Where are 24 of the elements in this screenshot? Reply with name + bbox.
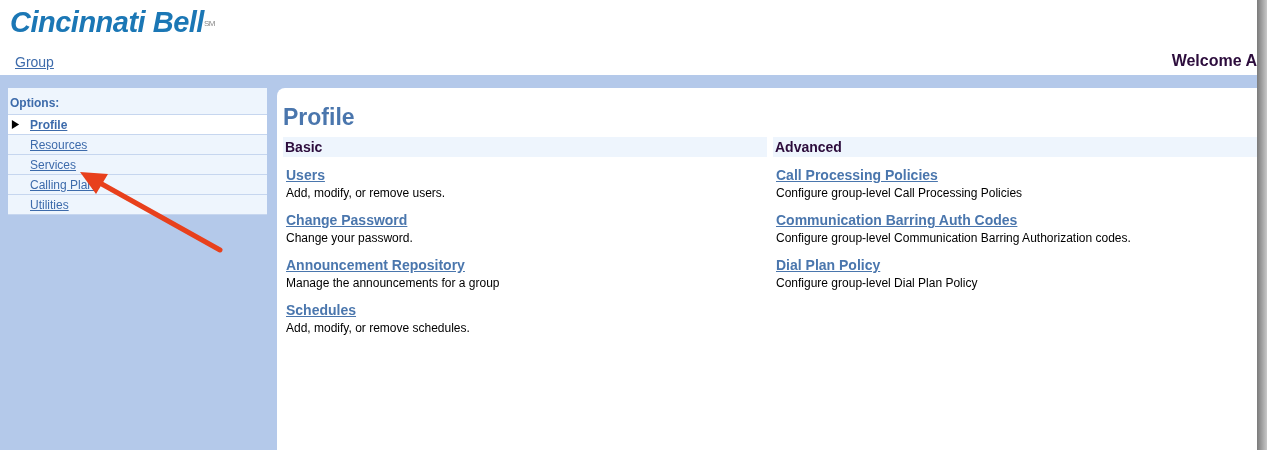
option-description: Add, modify, or remove schedules. [286, 321, 471, 335]
option-link[interactable]: Communication Barring Auth Codes [776, 212, 1018, 228]
welcome-text: Welcome A [1171, 52, 1257, 70]
option-link[interactable]: Schedules [286, 302, 357, 318]
option-link[interactable]: Announcement Repository [286, 257, 465, 273]
section-heading: Advanced [773, 137, 1257, 157]
sidebar-item[interactable]: Resources [8, 135, 267, 155]
option-description: Configure group-level Call Processing Policies [776, 186, 1024, 200]
option-link[interactable]: Call Processing Policies [776, 167, 938, 183]
option-description: Configure group-level Communication Barring Authorization codes. [776, 231, 1132, 245]
sidebar-item[interactable]: Utilities [8, 195, 267, 215]
pointer-icon [11, 119, 20, 130]
section-heading: Basic [283, 137, 767, 157]
option-description: Manage the announcements for a group [286, 276, 501, 290]
option-link[interactable]: Users [286, 167, 325, 183]
option-description: Add, modify, or remove users. [286, 186, 447, 200]
page-title: Profile [283, 104, 356, 131]
breadcrumb-link[interactable]: Group [15, 54, 54, 70]
option-description: Configure group-level Dial Plan Policy [776, 276, 979, 290]
option-link[interactable]: Change Password [286, 212, 408, 228]
logo: Cincinnati Bell$^{SM}$ [10, 6, 215, 38]
option-link[interactable]: Dial Plan Policy [776, 257, 881, 273]
sidebar-item[interactable]: Profile [8, 115, 267, 135]
option-description: Change your password. [286, 231, 414, 245]
